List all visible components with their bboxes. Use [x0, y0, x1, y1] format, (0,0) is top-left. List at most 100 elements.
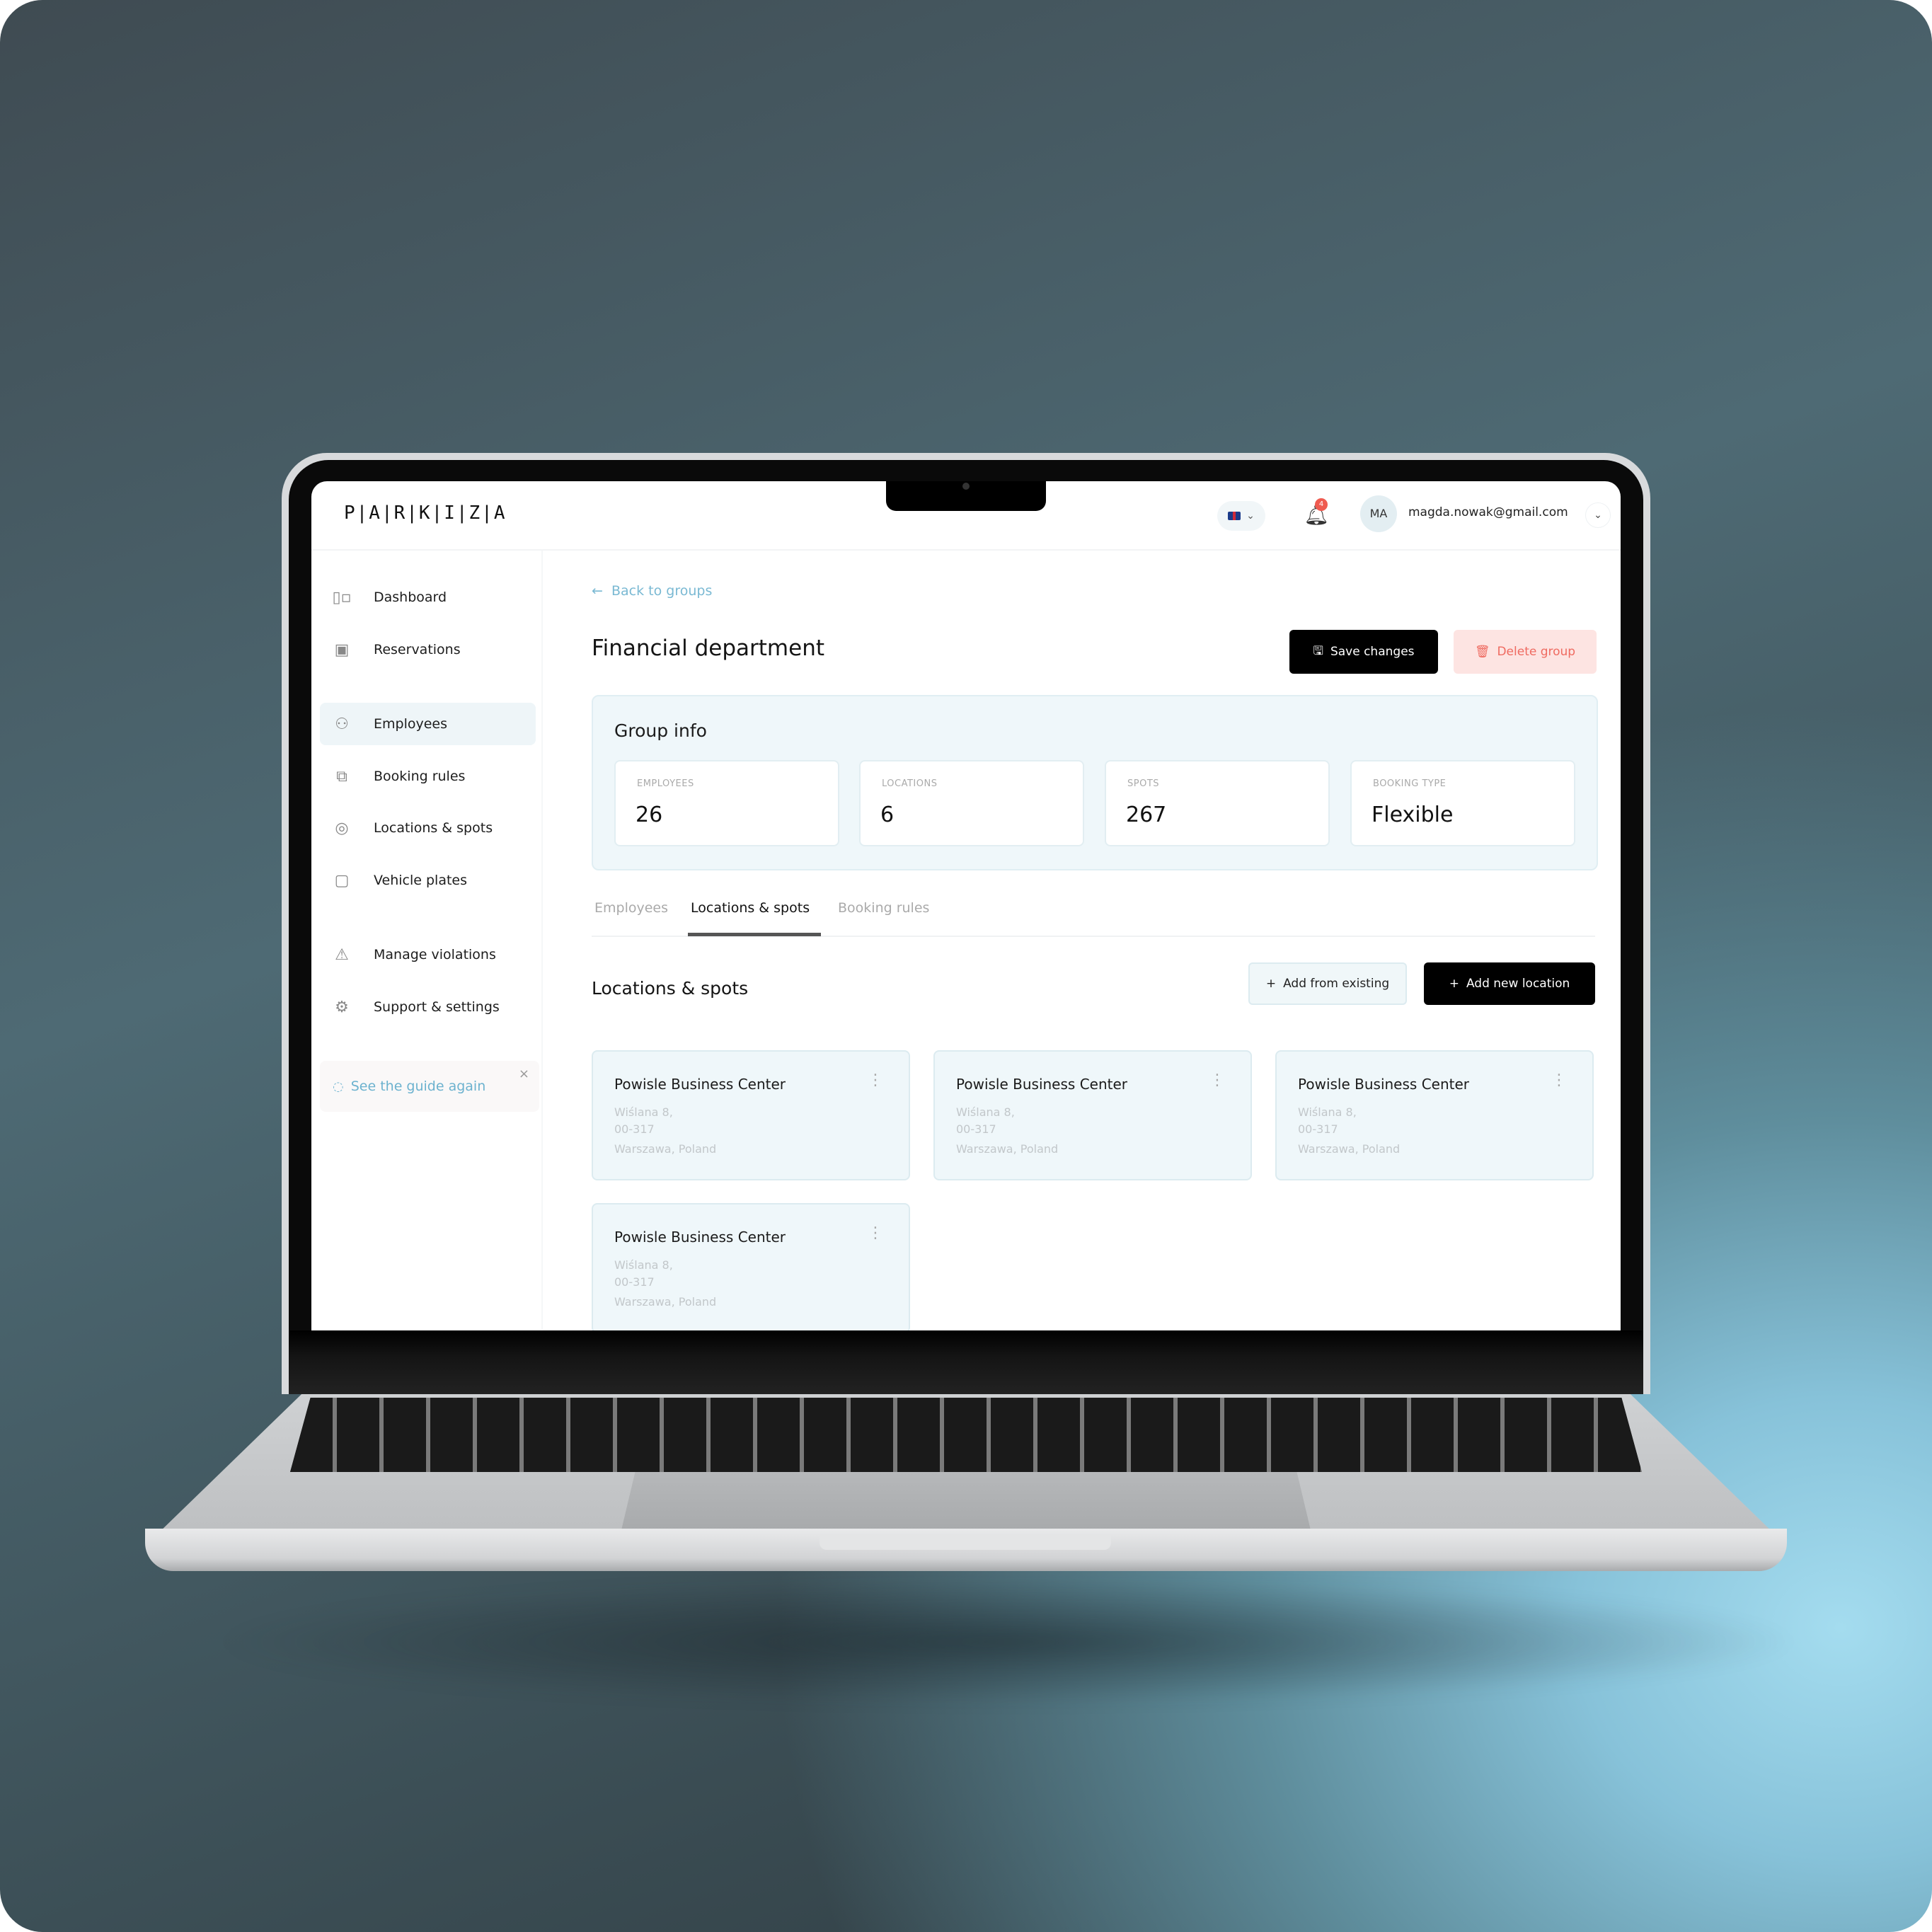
add-existing-label: Add from existing — [1283, 977, 1390, 991]
dashboard-icon: ▯▫ — [332, 588, 352, 606]
group-info-panel: Group info EMPLOYEES 26 LOCATIONS 6 SPOT… — [592, 695, 1598, 870]
language-selector[interactable]: ⌄ — [1217, 501, 1265, 531]
chevron-down-icon: ⌄ — [1246, 510, 1255, 522]
sidebar: ▯▫ Dashboard ▣ Reservations ⚇ Employees … — [311, 551, 543, 1329]
see-guide-banner[interactable]: ◌ See the guide again × — [320, 1061, 539, 1112]
more-vertical-icon[interactable]: ⋮ — [1551, 1071, 1567, 1089]
stat-label: SPOTS — [1127, 778, 1160, 789]
chat-icon: ◌ — [333, 1079, 344, 1094]
more-vertical-icon[interactable]: ⋮ — [868, 1071, 883, 1089]
tab-bar: Employees Locations & spots Booking rule… — [592, 879, 1595, 937]
stat-value: 6 — [880, 803, 895, 827]
stat-value: 267 — [1126, 803, 1167, 827]
sidebar-item-employees[interactable]: ⚇ Employees — [320, 703, 536, 745]
sidebar-item-label: Dashboard — [374, 590, 447, 605]
save-icon: 🖫 — [1313, 643, 1323, 658]
location-name: Powisle Business Center — [614, 1229, 786, 1246]
trash-icon: 🗑︎ — [1474, 645, 1490, 659]
location-street: Wiślana 8, — [1298, 1105, 1357, 1119]
back-to-groups-link[interactable]: ← Back to groups — [592, 583, 712, 599]
stat-locations: LOCATIONS 6 — [859, 760, 1084, 846]
active-tab-indicator — [688, 933, 821, 936]
laptop-opening-notch — [820, 1534, 1111, 1550]
trackpad — [621, 1472, 1311, 1530]
save-button-label: Save changes — [1330, 645, 1415, 659]
app-screen: P|A|R|K|I|Z|A ⌄ 🔔︎ 4 MA magda.nowak@gmai… — [311, 481, 1621, 1330]
tab-employees[interactable]: Employees — [594, 900, 668, 916]
save-changes-button[interactable]: 🖫 Save changes — [1289, 630, 1438, 674]
logo[interactable]: P|A|R|K|I|Z|A — [344, 502, 507, 524]
delete-group-button[interactable]: 🗑︎ Delete group — [1454, 630, 1597, 674]
tab-locations-spots[interactable]: Locations & spots — [691, 900, 810, 916]
booking-rules-icon: ⧉ — [336, 767, 347, 786]
gear-icon: ⚙ — [335, 998, 349, 1016]
location-postcode: 00-317 — [1298, 1122, 1338, 1136]
stat-label: EMPLOYEES — [637, 778, 694, 789]
sidebar-item-manage-violations[interactable]: ⚠ Manage violations — [320, 933, 536, 976]
add-new-label: Add new location — [1466, 977, 1570, 991]
location-city: Warszawa, Poland — [1298, 1142, 1401, 1156]
laptop-bezel-bottom — [289, 1330, 1643, 1394]
location-card[interactable]: Powisle Business Center ⋮ Wiślana 8, 00-… — [1275, 1050, 1594, 1180]
page-title: Financial department — [592, 636, 824, 661]
users-icon: ⚇ — [335, 715, 349, 733]
sidebar-item-label: Booking rules — [374, 769, 466, 784]
sidebar-item-booking-rules[interactable]: ⧉ Booking rules — [320, 755, 536, 798]
sidebar-item-label: Reservations — [374, 642, 461, 657]
location-street: Wiślana 8, — [956, 1105, 1015, 1119]
location-postcode: 00-317 — [614, 1275, 655, 1289]
stat-employees: EMPLOYEES 26 — [614, 760, 839, 846]
location-postcode: 00-317 — [956, 1122, 996, 1136]
location-pin-icon: ◎ — [335, 819, 349, 837]
sidebar-item-label: Vehicle plates — [374, 873, 468, 888]
location-city: Warszawa, Poland — [956, 1142, 1059, 1156]
location-name: Powisle Business Center — [1298, 1076, 1470, 1093]
sidebar-item-label: Employees — [374, 716, 447, 732]
location-city: Warszawa, Poland — [614, 1295, 717, 1309]
delete-button-label: Delete group — [1497, 645, 1576, 659]
location-card[interactable]: Powisle Business Center ⋮ Wiślana 8, 00-… — [933, 1050, 1252, 1180]
camera-icon — [962, 483, 970, 490]
location-street: Wiślana 8, — [614, 1105, 673, 1119]
more-vertical-icon[interactable]: ⋮ — [868, 1224, 883, 1242]
close-icon[interactable]: × — [519, 1066, 529, 1081]
sidebar-item-support-settings[interactable]: ⚙ Support & settings — [320, 986, 536, 1028]
sidebar-item-reservations[interactable]: ▣ Reservations — [320, 628, 536, 671]
vehicle-plate-icon: ▢ — [334, 871, 350, 890]
avatar[interactable]: MA — [1360, 495, 1397, 532]
location-card[interactable]: Powisle Business Center ⋮ Wiślana 8, 00-… — [592, 1203, 910, 1330]
notification-badge: 4 — [1315, 498, 1328, 511]
keyboard — [290, 1398, 1642, 1472]
uk-flag-icon — [1228, 512, 1241, 520]
sidebar-item-vehicle-plates[interactable]: ▢ Vehicle plates — [320, 859, 536, 902]
sidebar-item-locations[interactable]: ◎ Locations & spots — [320, 807, 536, 849]
location-city: Warszawa, Poland — [614, 1142, 717, 1156]
sidebar-item-label: Support & settings — [374, 999, 500, 1015]
stat-booking-type: BOOKING TYPE Flexible — [1350, 760, 1575, 846]
stat-spots: SPOTS 267 — [1105, 760, 1330, 846]
add-from-existing-button[interactable]: + Add from existing — [1248, 962, 1407, 1005]
section-title: Locations & spots — [592, 978, 749, 999]
sidebar-item-label: Manage violations — [374, 947, 496, 962]
arrow-left-icon: ← — [592, 583, 611, 599]
stat-value: 26 — [636, 803, 663, 827]
background: P|A|R|K|I|Z|A ⌄ 🔔︎ 4 MA magda.nowak@gmai… — [0, 0, 1932, 1932]
more-vertical-icon[interactable]: ⋮ — [1209, 1071, 1225, 1089]
tab-booking-rules[interactable]: Booking rules — [838, 900, 929, 916]
location-street: Wiślana 8, — [614, 1258, 673, 1272]
location-name: Powisle Business Center — [956, 1076, 1128, 1093]
calendar-check-icon: ▣ — [334, 640, 350, 659]
back-link-label: Back to groups — [611, 583, 713, 599]
stat-label: BOOKING TYPE — [1373, 778, 1447, 789]
plus-icon: + — [1449, 977, 1459, 991]
group-info-title: Group info — [614, 720, 707, 741]
user-email[interactable]: magda.nowak@gmail.com — [1408, 505, 1568, 519]
user-menu-chevron-icon[interactable]: ⌄ — [1585, 502, 1611, 528]
see-guide-link[interactable]: See the guide again — [351, 1079, 486, 1094]
location-name: Powisle Business Center — [614, 1076, 786, 1093]
add-new-location-button[interactable]: + Add new location — [1424, 962, 1595, 1005]
sidebar-item-dashboard[interactable]: ▯▫ Dashboard — [320, 576, 536, 619]
stat-value: Flexible — [1372, 803, 1454, 827]
stat-label: LOCATIONS — [882, 778, 938, 789]
location-card[interactable]: Powisle Business Center ⋮ Wiślana 8, 00-… — [592, 1050, 910, 1180]
